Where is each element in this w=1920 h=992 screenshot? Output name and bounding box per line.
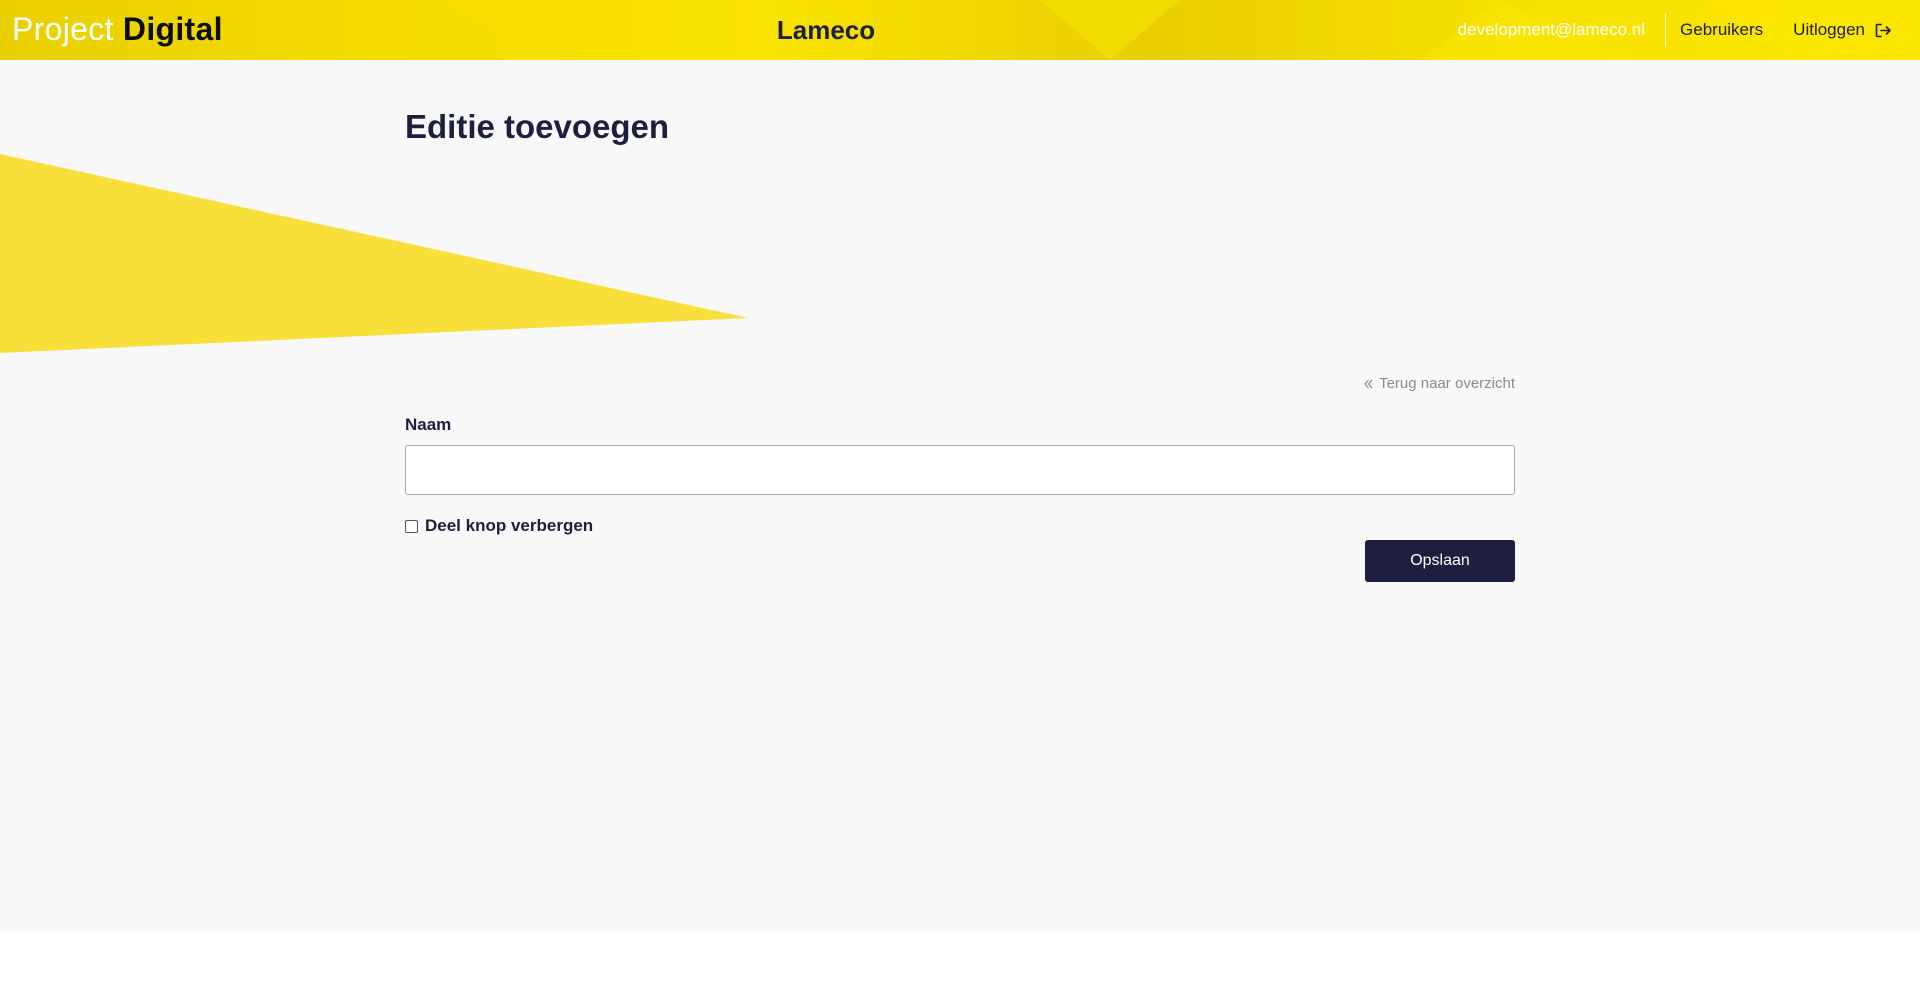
page: Project Digital Lameco development@lamec… [0,0,1920,932]
page-title: Editie toevoegen [405,108,670,145]
sign-out-icon [1875,23,1892,38]
hide-share-option: Deel knop verbergen [405,516,593,536]
back-link-label: Terug naar overzicht [1379,375,1515,392]
save-button[interactable]: Opslaan [1365,540,1515,582]
user-email: development@lameco.nl [1457,20,1646,39]
name-field-label: Naam [405,415,452,434]
back-to-overview-link[interactable]: Terug naar overzicht [1363,375,1515,392]
hide-share-label[interactable]: Deel knop verbergen [425,516,593,536]
top-nav: development@lameco.nl Gebruikers Uitlogg… [1458,0,1892,60]
nav-users-label: Gebruikers [1680,20,1764,39]
decorative-yellow-wedge [0,154,748,353]
double-chevron-left-icon [1363,379,1373,389]
name-input[interactable] [405,445,1515,495]
logout-label: Uitloggen [1793,20,1865,39]
hide-share-checkbox[interactable] [405,519,418,533]
nav-users-link[interactable]: Gebruikers [1666,20,1779,40]
logout-link[interactable]: Uitloggen [1779,20,1892,40]
